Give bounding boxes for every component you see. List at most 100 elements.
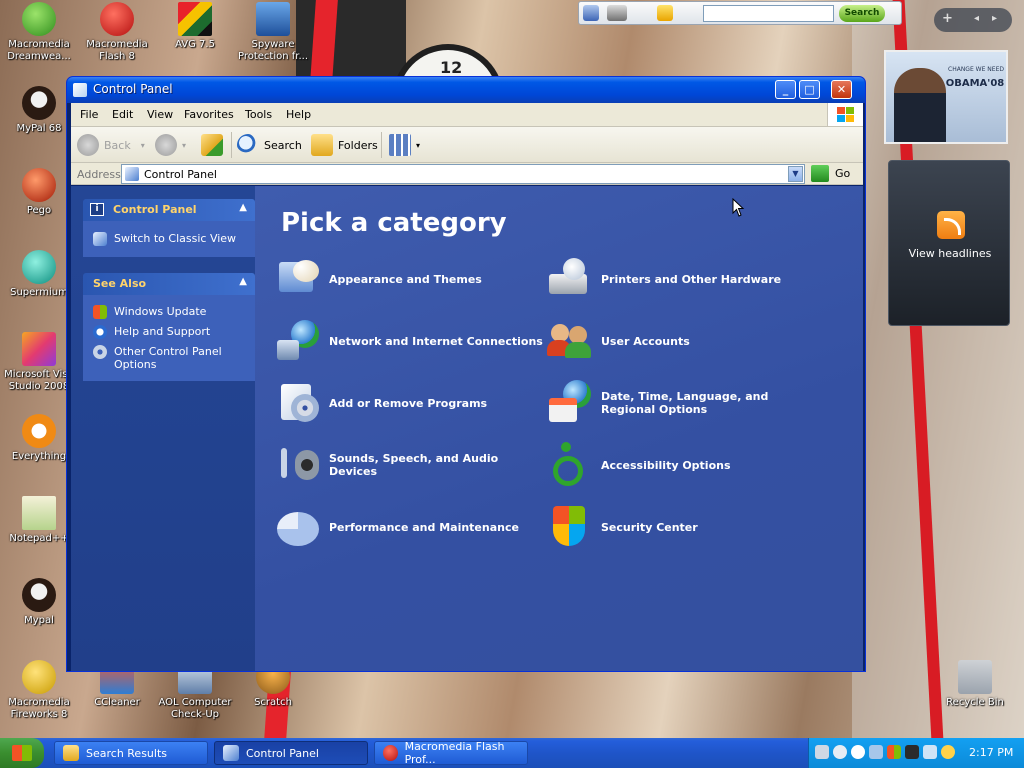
taskbar-clock[interactable]: 2:17 PM — [969, 746, 1013, 759]
update-icon[interactable] — [941, 745, 955, 759]
prev-icon[interactable]: ◂ — [974, 13, 979, 24]
volume-icon[interactable] — [833, 745, 847, 759]
see-also-section: Windows Update Help and Support Other Co… — [83, 295, 255, 381]
menu-help[interactable]: Help — [286, 108, 311, 121]
task-pane: i Control Panel ▲ Switch to Classic View… — [71, 186, 255, 671]
printers-hardware-icon — [547, 256, 593, 302]
minimize-button[interactable]: _ — [775, 80, 796, 99]
chevron-down-icon[interactable]: ▾ — [182, 141, 186, 150]
category-sounds-audio[interactable]: Sounds, Speech, and Audio Devices — [275, 440, 545, 490]
network-internet-icon — [275, 318, 321, 364]
go-button[interactable]: Go — [811, 165, 850, 182]
category-date-time-regional[interactable]: Date, Time, Language, and Regional Optio… — [547, 378, 817, 428]
desktop-icon-dreamweaver[interactable]: Macromedia Dreamwea... — [0, 2, 78, 63]
switch-view-icon — [93, 232, 107, 246]
security-center-icon — [547, 504, 593, 550]
menu-file[interactable]: File — [80, 108, 98, 121]
start-button[interactable] — [0, 738, 44, 768]
toolbar-search-input[interactable] — [703, 5, 834, 22]
address-bar: Address Control Panel ▼ Go — [71, 163, 863, 185]
window-titlebar[interactable]: Control Panel _ □ ✕ — [67, 77, 865, 103]
desktop-icon-recycle-bin[interactable]: Recycle Bin — [936, 660, 1014, 709]
category-user-accounts[interactable]: User Accounts — [547, 316, 817, 366]
menu-favorites[interactable]: Favorites — [184, 108, 234, 121]
date-time-regional-icon — [547, 380, 593, 426]
see-also-section-header[interactable]: See Also ▲ — [83, 273, 255, 295]
menu-bar: File Edit View Favorites Tools Help — [71, 103, 863, 127]
everything-icon — [22, 414, 56, 448]
photo-gadget[interactable]: CHANGE WE NEED OBAMA'08 — [884, 50, 1008, 144]
control-panel-section: Switch to Classic View — [83, 221, 255, 257]
search-label: Search — [264, 138, 302, 152]
category-appearance-themes[interactable]: Appearance and Themes — [275, 254, 545, 304]
tray-x-icon[interactable] — [905, 745, 919, 759]
task-control-panel[interactable]: Control Panel — [214, 741, 368, 765]
add-gadget-icon[interactable]: + — [942, 11, 953, 26]
menu-view[interactable]: View — [147, 108, 173, 121]
task-flash[interactable]: Macromedia Flash Prof... — [374, 740, 528, 766]
task-search-results[interactable]: Search Results — [54, 741, 208, 765]
section-title: See Also — [93, 277, 147, 290]
windows-logo-icon — [12, 745, 32, 761]
feed-headlines-gadget[interactable]: View headlines — [888, 160, 1010, 326]
camera-icon[interactable] — [607, 5, 627, 21]
control-panel-section-header[interactable]: i Control Panel ▲ — [83, 199, 255, 221]
category-performance-maintenance[interactable]: Performance and Maintenance — [275, 502, 545, 552]
menu-tools[interactable]: Tools — [245, 108, 272, 121]
chevron-down-icon[interactable]: ▾ — [141, 141, 145, 150]
category-add-remove-programs[interactable]: Add or Remove Programs — [275, 378, 545, 428]
collapse-icon[interactable]: ▲ — [239, 276, 247, 287]
visual-studio-icon — [22, 332, 56, 366]
toolbar-search-button[interactable]: Search — [839, 5, 885, 22]
up-folder-button[interactable] — [201, 133, 228, 157]
chevron-down-icon[interactable]: ▾ — [416, 141, 420, 150]
help-icon — [93, 325, 107, 339]
wireless-icon[interactable] — [923, 745, 937, 759]
other-options-link[interactable]: Other Control Panel Options — [93, 345, 251, 371]
section-title: Control Panel — [113, 203, 197, 216]
folders-button[interactable]: Folders — [311, 133, 378, 157]
category-network-internet[interactable]: Network and Internet Connections — [275, 316, 545, 366]
address-dropdown-button[interactable]: ▼ — [788, 166, 803, 182]
address-label: Address — [77, 168, 121, 181]
windows-update-link[interactable]: Windows Update — [93, 305, 251, 319]
tray-app-icon[interactable] — [851, 745, 865, 759]
flash-icon — [100, 2, 134, 36]
back-button[interactable]: Back ▾ — [77, 133, 145, 157]
shield-icon[interactable] — [887, 745, 901, 759]
triangle-icon[interactable] — [583, 5, 599, 21]
collapse-icon[interactable]: ▲ — [239, 202, 247, 213]
photo-caption-line1: CHANGE WE NEED — [948, 66, 1004, 73]
close-button[interactable]: ✕ — [831, 80, 852, 99]
user-accounts-icon — [547, 318, 593, 364]
next-icon[interactable]: ▸ — [992, 13, 997, 24]
photo-person — [894, 68, 946, 142]
search-button[interactable]: Search — [237, 133, 302, 157]
views-icon — [389, 134, 411, 156]
performance-maintenance-icon — [275, 504, 321, 550]
menu-edit[interactable]: Edit — [112, 108, 133, 121]
views-button[interactable]: ▾ — [389, 133, 420, 157]
network-icon[interactable] — [815, 745, 829, 759]
feed-label: View headlines — [908, 247, 992, 260]
control-panel-window: Control Panel _ □ ✕ File Edit View Favor… — [66, 76, 866, 672]
category-printers-hardware[interactable]: Printers and Other Hardware — [547, 254, 817, 304]
category-accessibility[interactable]: Accessibility Options — [547, 440, 817, 490]
address-input[interactable]: Control Panel ▼ — [121, 164, 805, 184]
switch-classic-view-link[interactable]: Switch to Classic View — [93, 232, 251, 246]
display-icon[interactable] — [869, 745, 883, 759]
forward-button[interactable]: ▾ — [155, 133, 186, 157]
spyware-icon — [256, 2, 290, 36]
add-remove-programs-icon — [275, 380, 321, 426]
help-support-link[interactable]: Help and Support — [93, 325, 251, 339]
sidebar-gadget-controls: + ◂ ▸ — [934, 8, 1012, 32]
standard-toolbar: Back ▾ ▾ Search Folders ▾ — [71, 127, 863, 163]
maximize-button[interactable]: □ — [799, 80, 820, 99]
desktop-icon-spyware[interactable]: Spyware Protection fr... — [234, 2, 312, 63]
window-title: Control Panel — [93, 82, 173, 96]
go-label: Go — [835, 167, 851, 180]
desktop-icon-flash[interactable]: Macromedia Flash 8 — [78, 2, 156, 63]
category-security-center[interactable]: Security Center — [547, 502, 817, 552]
desktop-icon-avg[interactable]: AVG 7.5 — [156, 2, 234, 51]
buddy-icon[interactable] — [657, 5, 673, 21]
